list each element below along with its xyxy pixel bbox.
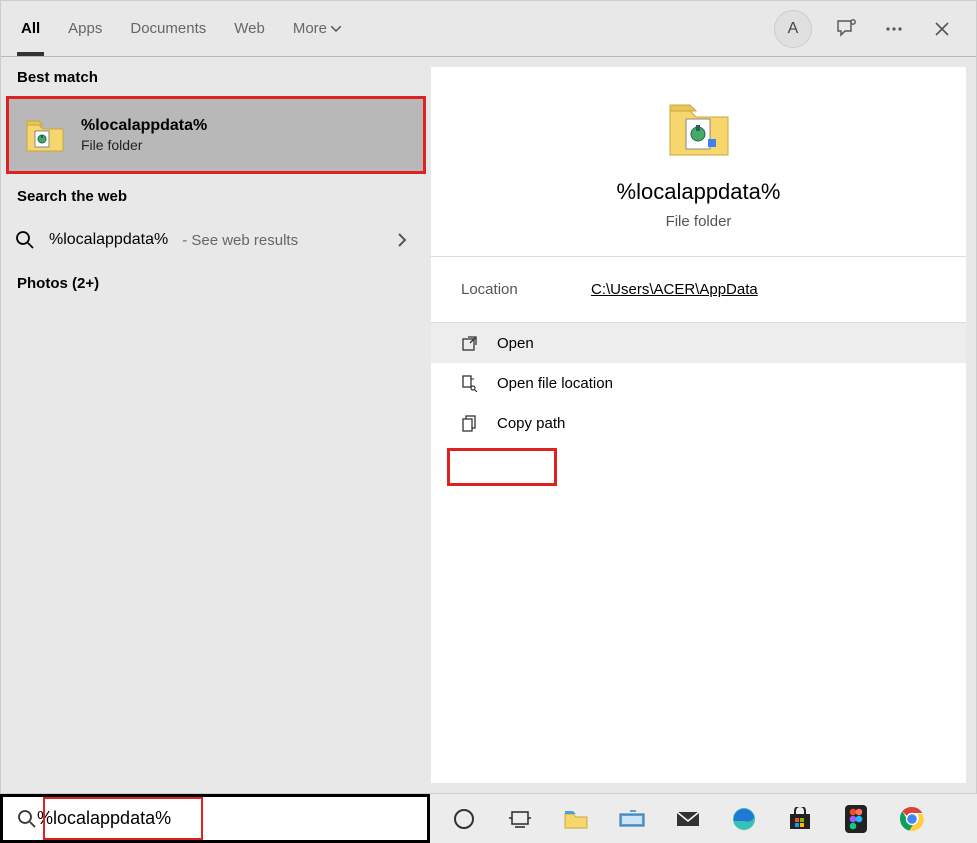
best-match-result[interactable]: %localappdata% File folder: [6, 96, 426, 174]
tabs-left: All Apps Documents Web More: [21, 1, 341, 56]
avatar[interactable]: A: [774, 10, 812, 48]
tabs-bar: All Apps Documents Web More A: [1, 1, 976, 57]
windows-search-panel: All Apps Documents Web More A: [0, 0, 977, 794]
tab-more[interactable]: More: [293, 1, 341, 56]
details-header: %localappdata% File folder: [431, 67, 966, 257]
tabs-right: A: [774, 10, 956, 48]
chevron-right-icon: [397, 232, 407, 248]
action-open-label: Open: [497, 335, 534, 352]
heading-search-web: Search the web: [1, 176, 431, 215]
web-search-result[interactable]: %localappdata% - See web results: [1, 215, 431, 265]
tab-web[interactable]: Web: [234, 1, 265, 56]
location-path[interactable]: C:\Users\ACER\AppData: [591, 281, 758, 298]
feedback-icon[interactable]: [832, 15, 860, 43]
keyboard-icon[interactable]: [618, 805, 646, 833]
chevron-down-icon: [331, 26, 341, 32]
location-row: Location C:\Users\ACER\AppData: [431, 257, 966, 323]
action-open-loc-label: Open file location: [497, 375, 613, 392]
action-open[interactable]: Open: [431, 323, 966, 363]
web-query-text: %localappdata%: [49, 231, 168, 249]
web-hint-text: - See web results: [182, 232, 298, 249]
action-open-file-location[interactable]: Open file location: [431, 363, 966, 403]
copy-path-icon: [461, 414, 479, 432]
chrome-icon[interactable]: [898, 805, 926, 833]
best-match-subtitle: File folder: [81, 137, 207, 153]
folder-icon: [25, 117, 65, 153]
tab-apps[interactable]: Apps: [68, 1, 102, 56]
tab-documents[interactable]: Documents: [130, 1, 206, 56]
search-icon: [15, 230, 35, 250]
heading-photos[interactable]: Photos (2+): [1, 265, 431, 302]
figma-icon[interactable]: [842, 805, 870, 833]
action-copy-path-label: Copy path: [497, 415, 565, 432]
search-icon: [17, 809, 37, 829]
results-column: Best match %localappdata% File folder Se…: [1, 57, 431, 793]
search-input[interactable]: [37, 797, 427, 840]
details-title: %localappdata%: [617, 179, 781, 205]
details-subtitle: File folder: [666, 213, 732, 230]
mail-icon[interactable]: [674, 805, 702, 833]
best-match-title: %localappdata%: [81, 117, 207, 135]
action-copy-path[interactable]: Copy path: [431, 403, 966, 443]
task-view-icon[interactable]: [506, 805, 534, 833]
folder-location-icon: [461, 374, 479, 392]
details-column: %localappdata% File folder Location C:\U…: [431, 67, 966, 783]
tab-all[interactable]: All: [21, 1, 40, 56]
location-label: Location: [461, 281, 591, 298]
open-icon: [461, 334, 479, 352]
bottom-bar: [0, 794, 977, 843]
taskbar: [430, 794, 977, 843]
folder-icon: [666, 67, 732, 161]
more-options-icon[interactable]: [880, 15, 908, 43]
close-icon[interactable]: [928, 15, 956, 43]
store-icon[interactable]: [786, 805, 814, 833]
cortana-icon[interactable]: [450, 805, 478, 833]
tab-more-label: More: [293, 20, 327, 37]
edge-icon[interactable]: [730, 805, 758, 833]
file-explorer-icon[interactable]: [562, 805, 590, 833]
best-match-text: %localappdata% File folder: [81, 117, 207, 153]
search-box[interactable]: [0, 794, 430, 843]
search-body: Best match %localappdata% File folder Se…: [1, 57, 976, 793]
heading-best-match: Best match: [1, 57, 431, 96]
annotation-highlight-open: [447, 448, 557, 486]
